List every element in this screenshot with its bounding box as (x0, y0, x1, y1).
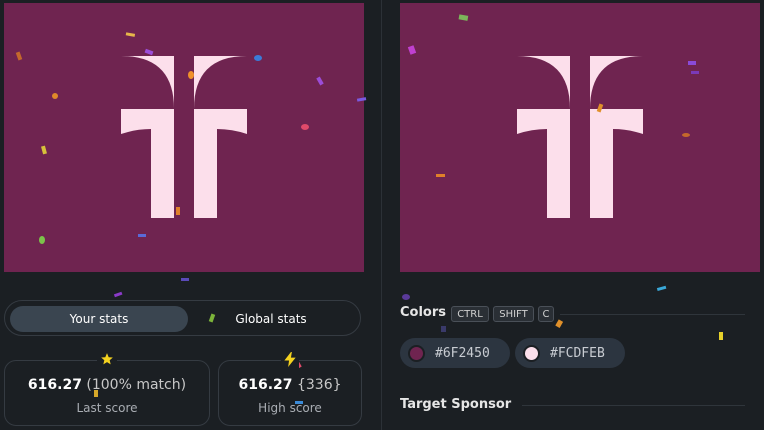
tab-your-stats[interactable]: Your stats (10, 306, 188, 332)
lightning-icon (281, 352, 299, 371)
high-score-detail: {336} (296, 377, 342, 393)
shortcut-key-c: C (538, 306, 554, 322)
last-score-label: Last score (76, 401, 138, 415)
target-sponsor-heading: Target Sponsor (400, 397, 512, 412)
target-arch-cutouts (517, 56, 643, 109)
high-score-label: High score (258, 401, 322, 415)
last-score-value-row: 616.27 (100% match) (5, 377, 209, 393)
stats-toggle: Your stats Global stats (4, 300, 361, 336)
star-icon (97, 352, 117, 370)
colors-divider (560, 314, 745, 315)
tab-global-stats[interactable]: Global stats (185, 306, 357, 332)
target-canvas (400, 3, 760, 272)
result-arch-cutouts (121, 56, 247, 109)
last-score-card: 616.27 (100% match) Last score (4, 352, 210, 426)
color-code-2: #FCDFEB (550, 345, 605, 361)
shortcut-key-ctrl: CTRL (451, 306, 489, 322)
sponsor-divider (522, 405, 745, 406)
color-code-1: #6F2450 (435, 345, 490, 361)
colors-heading: Colors (400, 305, 447, 320)
high-score-card: 616.27 {336} High score (218, 352, 362, 426)
color-swatch-2[interactable]: #FCDFEB (515, 338, 625, 368)
last-score-detail: (100% match) (86, 377, 187, 393)
high-score-value-row: 616.27 {336} (219, 377, 361, 393)
panel-divider (381, 0, 382, 430)
shortcut-key-shift: SHIFT (493, 306, 534, 322)
last-score-value: 616.27 (27, 377, 82, 393)
color-dot-2 (523, 344, 540, 362)
color-swatch-1[interactable]: #6F2450 (400, 338, 510, 368)
color-dot-1 (408, 344, 425, 362)
high-score-value: 616.27 (238, 377, 293, 393)
result-canvas (4, 3, 364, 272)
